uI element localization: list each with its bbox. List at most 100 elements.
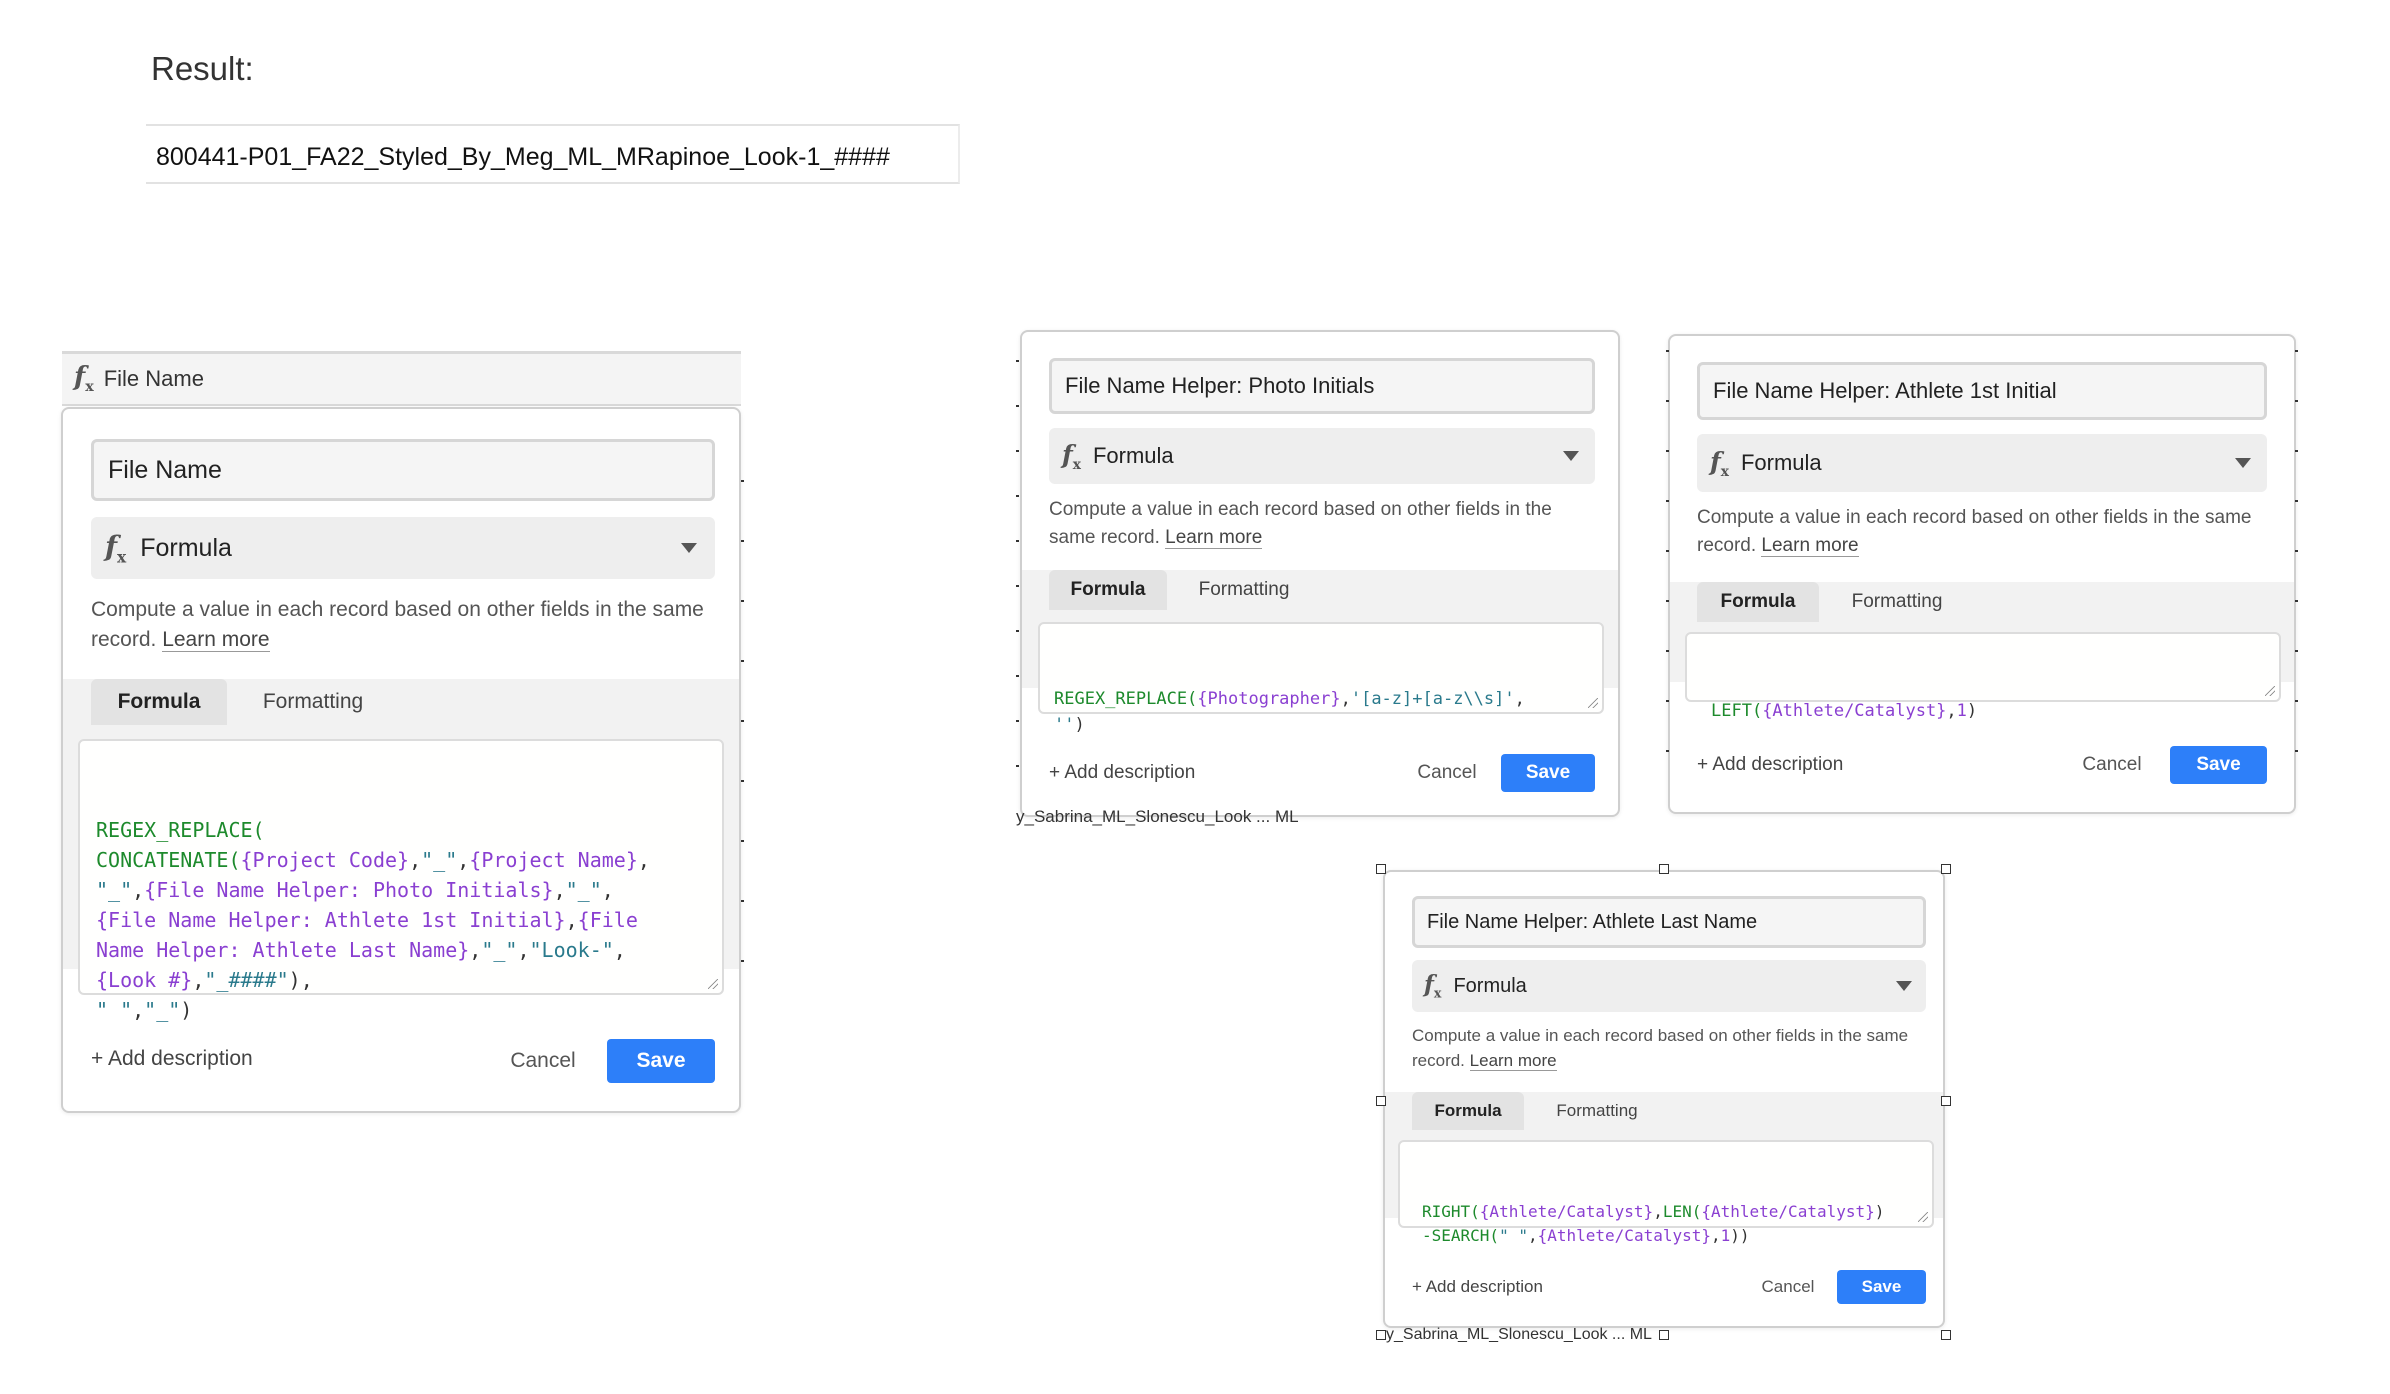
selection-handle-bottom-right[interactable] (1941, 1330, 1951, 1340)
formula-icon: fx (1424, 971, 1442, 1001)
learn-more-link[interactable]: Learn more (1761, 534, 1859, 557)
save-button[interactable]: Save (1501, 754, 1595, 792)
formula-token: "_" (96, 878, 133, 902)
tab-formatting[interactable]: Formatting (1531, 1092, 1663, 1130)
formula-token: " " (1499, 1226, 1528, 1245)
formula-token: {File (577, 908, 638, 932)
learn-more-link[interactable]: Learn more (1469, 1050, 1557, 1071)
formula-icon: fx (1710, 446, 1729, 480)
grid-tick (1666, 550, 1669, 552)
formula-token: , (613, 938, 626, 962)
cancel-button[interactable]: Cancel (1747, 1270, 1829, 1304)
formula-token: LEN( (1662, 1202, 1702, 1221)
formula-icon: fx (1062, 439, 1081, 473)
grid-tick (2295, 450, 2298, 452)
grid-tick (741, 480, 744, 482)
learn-more-link[interactable]: Learn more (162, 628, 270, 653)
selection-handle-bottom-center[interactable] (1659, 1330, 1669, 1340)
learn-more-link[interactable]: Learn more (1165, 526, 1263, 549)
field-name-input[interactable]: File Name Helper: Athlete Last Name (1412, 896, 1926, 948)
formula-line: " ","_") (96, 995, 706, 1025)
selection-handle-middle-right[interactable] (1941, 1096, 1951, 1106)
grid-tick (1666, 700, 1669, 702)
cancel-button[interactable]: Cancel (1402, 754, 1492, 792)
grid-tick (2295, 750, 2298, 752)
field-type-select[interactable]: fx Formula (91, 517, 715, 579)
tab-formula[interactable]: Formula (91, 679, 227, 725)
tab-formula[interactable]: Formula (1049, 570, 1167, 610)
tab-formatting[interactable]: Formatting (1826, 582, 1968, 622)
formula-editor[interactable]: RIGHT({Athlete/Catalyst},LEN({Athlete/Ca… (1398, 1140, 1934, 1245)
field-type-description: Compute a value in each record based on … (1697, 507, 2252, 557)
formula-token: Name Helper: Athlete Last Name} (96, 938, 470, 962)
resize-handle-icon[interactable] (2265, 686, 2275, 696)
resize-handle-icon[interactable] (708, 979, 718, 989)
field-config-panel-athlete-last-name: File Name Helper: Athlete Last Name fx F… (1383, 870, 1945, 1328)
formula-token: , (409, 848, 422, 872)
cancel-button[interactable]: Cancel (2064, 746, 2160, 784)
formula-line: CONCATENATE({Project Code},"_",{Project … (96, 845, 706, 875)
formula-editor[interactable]: REGEX_REPLACE({Photographer},'[a-z]+[a-z… (1038, 622, 1604, 735)
field-type-select[interactable]: fx Formula (1697, 434, 2267, 492)
field-type-label: Formula (1740, 450, 1822, 475)
formula-editor[interactable]: REGEX_REPLACE( CONCATENATE({Project Code}… (78, 739, 724, 1022)
cancel-button[interactable]: Cancel (493, 1039, 593, 1083)
tab-formula[interactable]: Formula (1697, 582, 1819, 622)
field-type-select[interactable]: fx Formula (1049, 428, 1595, 484)
tab-formula[interactable]: Formula (1412, 1092, 1524, 1130)
formula-token: {Project Name} (469, 848, 638, 872)
add-description-button[interactable]: + Add description (1049, 754, 1195, 792)
grid-tick (1016, 540, 1019, 542)
formula-token: {Athlete/Catalyst} (1479, 1202, 1654, 1221)
tab-formatting[interactable]: Formatting (1174, 570, 1314, 610)
formula-token: , (1527, 1226, 1538, 1245)
field-name-input[interactable]: File Name (91, 439, 715, 501)
formula-token: {Look #} (96, 968, 193, 992)
formula-token: "_" (144, 998, 181, 1022)
selection-handle-top-left[interactable] (1376, 864, 1386, 874)
selection-handle-middle-left[interactable] (1376, 1096, 1386, 1106)
field-name-input[interactable]: File Name Helper: Photo Initials (1049, 358, 1595, 414)
formula-token: {Athlete/Catalyst} (1762, 701, 1947, 721)
formula-token: REGEX_REPLACE( (96, 818, 265, 842)
formula-token: '[a-z]+[a-z\\s]' (1350, 689, 1515, 709)
grid-tick (1016, 675, 1019, 677)
formula-line: {Look #},"_####"), (96, 965, 706, 995)
formula-code: REGEX_REPLACE( CONCATENATE({Project Code}… (96, 815, 706, 1025)
field-type-description: Compute a value in each record based on … (91, 598, 704, 653)
field-name-input[interactable]: File Name Helper: Athlete 1st Initial (1697, 362, 2267, 420)
field-type-label: Formula (1092, 443, 1174, 468)
formula-editor[interactable]: LEFT({Athlete/Catalyst},1) (1685, 632, 2281, 721)
formula-token: , (132, 878, 145, 902)
selection-handle-top-right[interactable] (1941, 864, 1951, 874)
formula-token: ) (1966, 701, 1978, 721)
save-button[interactable]: Save (1837, 1270, 1926, 1304)
save-button[interactable]: Save (607, 1039, 715, 1083)
formula-token: LEFT( (1711, 701, 1763, 721)
grid-tick (741, 960, 744, 962)
grid-tick (1016, 765, 1019, 767)
field-type-select[interactable]: fx Formula (1412, 960, 1926, 1012)
result-value: 800441-P01_FA22_Styled_By_Meg_ML_MRapino… (146, 124, 960, 184)
selection-handle-top-center[interactable] (1659, 864, 1669, 874)
formula-token: {Athlete/Catalyst} (1537, 1226, 1711, 1245)
formula-token: " " (96, 998, 133, 1022)
formula-token: "Look-" (529, 938, 614, 962)
save-button[interactable]: Save (2170, 746, 2267, 784)
field-config-panel-file-name: File Name fx Formula Compute a value in … (61, 407, 741, 1113)
grid-tick (1666, 750, 1669, 752)
formula-token: 1 (1956, 701, 1967, 721)
tab-formatting[interactable]: Formatting (233, 679, 393, 725)
selection-handle-bottom-left[interactable] (1376, 1330, 1386, 1340)
resize-handle-icon[interactable] (1918, 1212, 1928, 1222)
column-header-file-name[interactable]: fx File Name (62, 351, 741, 406)
field-type-label: Formula (1453, 974, 1527, 997)
formula-icon: fx (74, 362, 94, 396)
add-description-button[interactable]: + Add description (91, 1039, 253, 1079)
grid-tick (1016, 630, 1019, 632)
grid-tick (1016, 450, 1019, 452)
add-description-button[interactable]: + Add description (1412, 1270, 1543, 1304)
resize-handle-icon[interactable] (1588, 698, 1598, 708)
formula-token: -SEARCH( (1422, 1226, 1500, 1245)
add-description-button[interactable]: + Add description (1697, 746, 1843, 784)
